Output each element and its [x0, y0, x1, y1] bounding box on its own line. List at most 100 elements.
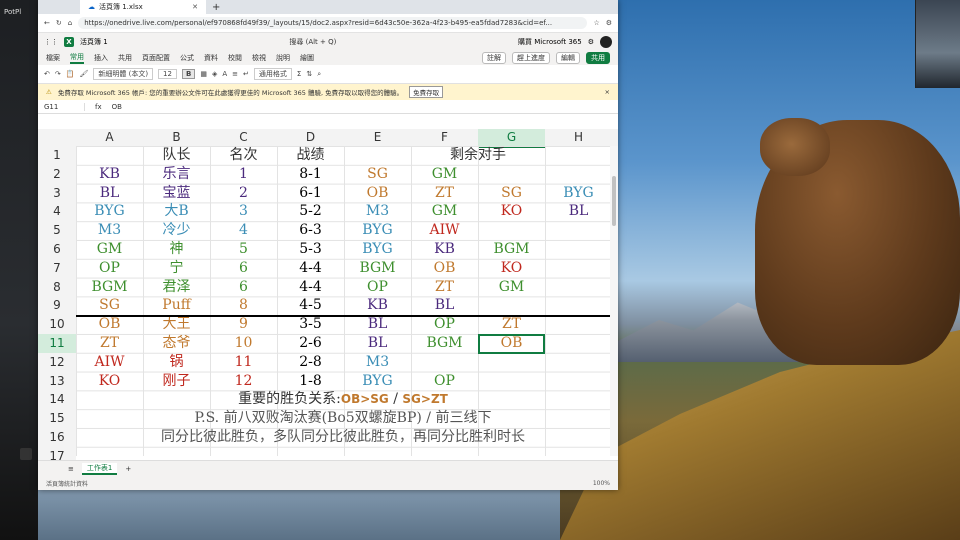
scrollbar-thumb[interactable] [612, 176, 616, 226]
cell-f2[interactable]: GM [411, 165, 478, 184]
taskbar-icon[interactable] [20, 448, 32, 460]
sum-icon[interactable]: Σ [297, 70, 301, 78]
cell-d1[interactable]: 战绩 [277, 146, 344, 165]
column-header-a[interactable]: A [76, 129, 143, 146]
row-header-15[interactable]: 15 [38, 409, 76, 428]
cell-e6[interactable]: BYG [344, 240, 411, 259]
settings-icon[interactable]: ⚙ [588, 38, 594, 46]
fill-color-icon[interactable]: ◈ [212, 70, 217, 78]
info-action-button[interactable]: 免費存取 [409, 86, 444, 98]
cell-b10[interactable]: 大王 [143, 315, 210, 334]
cell-e7[interactable]: BGM [344, 259, 411, 278]
column-header-i[interactable]: I [612, 129, 618, 146]
wrap-icon[interactable]: ↵ [243, 70, 249, 78]
sheet-tab-active[interactable]: 工作表1 [81, 462, 118, 475]
cell-c10[interactable]: 9 [210, 315, 277, 334]
sort-icon[interactable]: ⇅ [306, 70, 312, 78]
cell-a12[interactable]: AIW [76, 353, 143, 372]
cell-e9[interactable]: KB [344, 296, 411, 315]
cell-g3[interactable]: SG [478, 184, 545, 203]
undo-icon[interactable]: ↶ [44, 70, 50, 78]
cell-e5[interactable]: BYG [344, 221, 411, 240]
cell-a8[interactable]: BGM [76, 278, 143, 297]
row-header-7[interactable]: 7 [38, 258, 76, 278]
cell-c4[interactable]: 3 [210, 202, 277, 221]
cell-b4[interactable]: 大B [143, 202, 210, 221]
search-box[interactable]: 搜尋 (Alt + Q) [114, 37, 512, 47]
cell-b11[interactable]: 态爷 [143, 334, 210, 353]
column-header-d[interactable]: D [277, 129, 344, 146]
cell-d6[interactable]: 5-3 [277, 240, 344, 259]
ribbon-tab-pagelayout[interactable]: 頁面配置 [142, 53, 170, 63]
cell-e2[interactable]: SG [344, 165, 411, 184]
ribbon-tab-home[interactable]: 常用 [70, 52, 84, 64]
video-thumbnail[interactable] [915, 0, 960, 88]
cell-f8[interactable]: ZT [411, 278, 478, 297]
cell-d7[interactable]: 4-4 [277, 259, 344, 278]
cell-d4[interactable]: 5-2 [277, 202, 344, 221]
home-icon[interactable]: ⌂ [68, 19, 72, 27]
ribbon-tab-data[interactable]: 資料 [204, 53, 218, 63]
cell-b9[interactable]: Puff [143, 296, 210, 315]
cell-f5[interactable]: AIW [411, 221, 478, 240]
find-icon[interactable]: ⌕ [317, 70, 321, 79]
cell-e13[interactable]: BYG [344, 372, 411, 391]
row-header-13[interactable]: 13 [38, 371, 76, 391]
number-format-select[interactable]: 通用格式 [253, 68, 292, 80]
cell-e11[interactable]: BL [344, 334, 411, 353]
cell-c9[interactable]: 8 [210, 296, 277, 315]
cell-d11[interactable]: 2-6 [277, 334, 344, 353]
ribbon-tab-help[interactable]: 說明 [276, 53, 290, 63]
cell-e12[interactable]: M3 [344, 353, 411, 372]
catchup-button[interactable]: 趕上進度 [512, 52, 550, 64]
cell-g10[interactable]: ZT [478, 315, 545, 334]
cell-a11[interactable]: ZT [76, 334, 143, 353]
row-header-3[interactable]: 3 [38, 183, 76, 203]
cell-e10[interactable]: BL [344, 315, 411, 334]
cell-a5[interactable]: M3 [76, 221, 143, 240]
cell-e4[interactable]: M3 [344, 202, 411, 221]
ribbon-tab-draw[interactable]: 繪圖 [300, 53, 314, 63]
column-header-f[interactable]: F [411, 129, 478, 146]
sheet-list-icon[interactable]: ≡ [68, 465, 74, 473]
cell-b6[interactable]: 神 [143, 240, 210, 259]
cell-b13[interactable]: 刚子 [143, 372, 210, 391]
buy-m365-link[interactable]: 購買 Microsoft 365 [518, 37, 582, 47]
cell-c8[interactable]: 6 [210, 278, 277, 297]
cell-a13[interactable]: KO [76, 372, 143, 391]
row-header-14[interactable]: 14 [38, 390, 76, 410]
font-family-select[interactable]: 新細明體 (本文) [93, 68, 154, 80]
cell-c6[interactable]: 5 [210, 240, 277, 259]
avatar[interactable] [600, 36, 612, 48]
cell-c3[interactable]: 2 [210, 184, 277, 203]
cell-f13[interactable]: OP [411, 372, 478, 391]
clipboard-icon[interactable]: 📋 [66, 70, 75, 78]
zoom-level[interactable]: 100% [593, 480, 610, 487]
cell-g1[interactable]: 剩余对手 [344, 146, 612, 165]
refresh-icon[interactable]: ↻ [56, 19, 62, 27]
cell-b5[interactable]: 冷少 [143, 221, 210, 240]
cell-b8[interactable]: 君泽 [143, 278, 210, 297]
cell-a3[interactable]: BL [76, 184, 143, 203]
column-header-h[interactable]: H [545, 129, 612, 146]
cell-b2[interactable]: 乐言 [143, 165, 210, 184]
workbook-stats[interactable]: 活頁簿統計資料 [46, 479, 88, 488]
cell-b7[interactable]: 宁 [143, 259, 210, 278]
browser-tab[interactable]: ☁ 活頁簿 1.xlsx ✕ [80, 0, 206, 14]
row-header-1[interactable]: 1 [38, 146, 76, 165]
cell-c7[interactable]: 6 [210, 259, 277, 278]
cell-d8[interactable]: 4-4 [277, 278, 344, 297]
row-header-4[interactable]: 4 [38, 202, 76, 222]
row-header-9[interactable]: 9 [38, 296, 76, 316]
share-button[interactable]: 共用 [586, 52, 610, 64]
worksheet[interactable]: ABCDEFGHI 1234567891011121314151617 队长名次… [38, 129, 618, 466]
document-name[interactable]: 活頁簿 1 [80, 37, 108, 47]
cell-c1[interactable]: 名次 [210, 146, 277, 165]
cell-d9[interactable]: 4-5 [277, 296, 344, 315]
row-header-6[interactable]: 6 [38, 240, 76, 259]
ribbon-tab-review[interactable]: 校閱 [228, 53, 242, 63]
ribbon-tab-insert[interactable]: 插入 [94, 53, 108, 63]
cell-g8[interactable]: GM [478, 278, 545, 297]
ribbon-tab-view[interactable]: 檢視 [252, 53, 266, 63]
comments-button[interactable]: 註解 [482, 52, 506, 64]
